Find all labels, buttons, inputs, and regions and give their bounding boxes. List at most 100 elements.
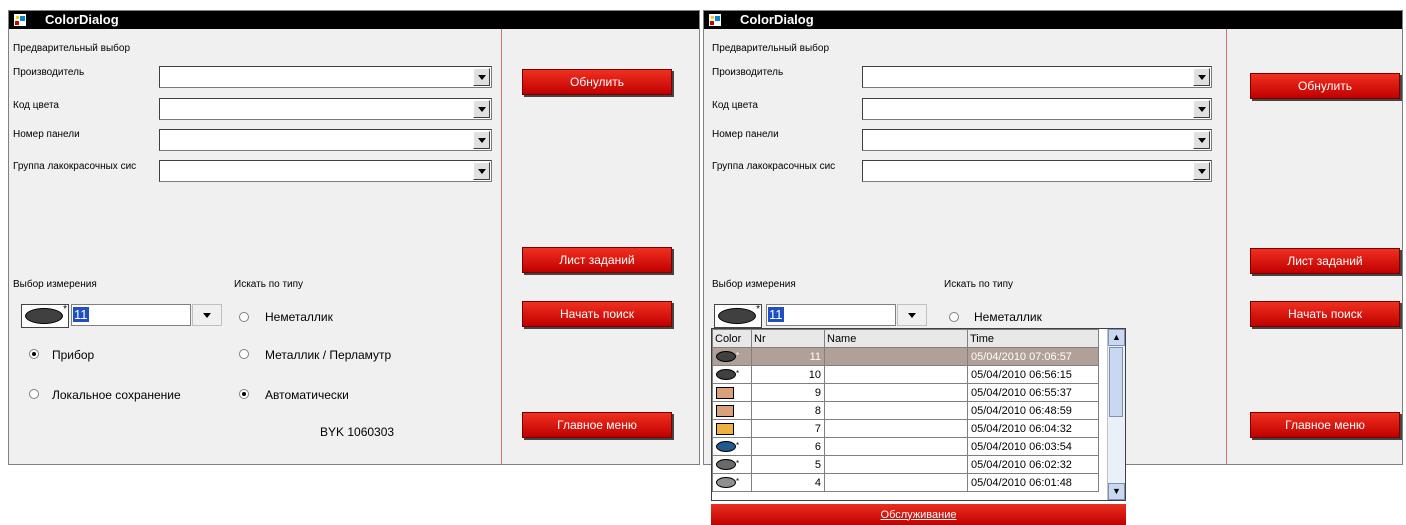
measurement-dropdown-button[interactable] bbox=[897, 304, 927, 326]
star-icon: * bbox=[736, 476, 740, 486]
name-cell bbox=[824, 419, 968, 438]
device-serial: BYK 1060303 bbox=[320, 425, 395, 439]
reset-button[interactable]: Обнулить bbox=[1250, 73, 1400, 99]
name-cell bbox=[824, 401, 968, 420]
service-button[interactable]: Обслуживание bbox=[711, 504, 1126, 525]
color-swatch-icon bbox=[716, 351, 736, 363]
radio-nonmetal[interactable] bbox=[239, 312, 249, 322]
color-swatch-cell: * bbox=[712, 365, 752, 384]
time-cell: 05/04/2010 06:56:15 bbox=[967, 365, 1099, 384]
radio-local-save[interactable] bbox=[29, 389, 39, 399]
preselect-label: Предварительный выбор bbox=[712, 43, 830, 54]
panel-number-select[interactable] bbox=[862, 129, 1212, 151]
color-swatch-icon bbox=[716, 369, 736, 381]
color-swatch-icon bbox=[716, 404, 734, 417]
chevron-down-icon[interactable] bbox=[473, 162, 490, 180]
color-swatch-icon bbox=[716, 441, 736, 453]
start-search-button[interactable]: Начать поиск bbox=[1250, 301, 1400, 327]
chevron-down-icon[interactable] bbox=[1193, 131, 1210, 149]
preselect-label: Предварительный выбор bbox=[13, 43, 131, 54]
start-search-button[interactable]: Начать поиск bbox=[522, 301, 672, 327]
service-button-label: Обслуживание bbox=[880, 508, 957, 521]
window-title: ColorDialog bbox=[45, 12, 119, 27]
color-swatch-cell: * bbox=[712, 347, 752, 366]
table-row[interactable]: * 11 05/04/2010 07:06:57 bbox=[712, 347, 1099, 366]
main-menu-button[interactable]: Главное меню bbox=[522, 412, 672, 438]
col-color-header[interactable]: Color bbox=[712, 329, 752, 348]
chevron-down-icon[interactable] bbox=[473, 100, 490, 118]
table-row[interactable]: 8 05/04/2010 06:48:59 bbox=[712, 401, 1099, 420]
table-row[interactable]: * 5 05/04/2010 06:02:32 bbox=[712, 455, 1099, 474]
panel-number-select[interactable] bbox=[159, 129, 492, 151]
panel-number-label: Номер панели bbox=[13, 129, 80, 140]
radio-nonmetal[interactable] bbox=[949, 312, 959, 322]
chevron-down-icon[interactable] bbox=[1193, 162, 1210, 180]
scroll-thumb[interactable] bbox=[1109, 347, 1123, 417]
color-code-label: Код цвета bbox=[13, 100, 59, 111]
name-cell bbox=[824, 473, 968, 492]
table-row[interactable]: * 10 05/04/2010 06:56:15 bbox=[712, 365, 1099, 384]
table-row[interactable]: * 4 05/04/2010 06:01:48 bbox=[712, 473, 1099, 492]
nr-cell: 7 bbox=[751, 419, 825, 438]
color-code-select[interactable] bbox=[862, 98, 1212, 120]
col-name-header[interactable]: Name bbox=[824, 329, 968, 348]
time-cell: 05/04/2010 06:01:48 bbox=[967, 473, 1099, 492]
time-cell: 05/04/2010 06:03:54 bbox=[967, 437, 1099, 456]
radio-metal[interactable] bbox=[239, 349, 249, 359]
panel-number-label: Номер панели bbox=[712, 129, 779, 140]
history-scrollbar[interactable]: ▲ ▼ bbox=[1107, 329, 1125, 500]
star-icon: * bbox=[736, 458, 740, 468]
name-cell bbox=[824, 437, 968, 456]
measurement-dropdown-button[interactable] bbox=[192, 304, 222, 326]
paint-system-label: Группа лакокрасочных сис bbox=[712, 161, 836, 172]
manufacturer-label: Производитель bbox=[13, 67, 85, 78]
color-swatch-icon bbox=[716, 477, 736, 489]
nr-cell: 8 bbox=[751, 401, 825, 420]
reset-button[interactable]: Обнулить bbox=[522, 69, 672, 95]
measurement-input[interactable]: 11 bbox=[71, 304, 191, 326]
chevron-down-icon[interactable] bbox=[1193, 100, 1210, 118]
app-icon bbox=[709, 14, 721, 26]
table-row[interactable]: 9 05/04/2010 06:55:37 bbox=[712, 383, 1099, 402]
radio-device[interactable] bbox=[29, 349, 39, 359]
paint-system-select[interactable] bbox=[159, 160, 492, 182]
color-swatch-cell: * bbox=[712, 437, 752, 456]
main-menu-button[interactable]: Главное меню bbox=[1250, 412, 1400, 438]
manufacturer-select[interactable] bbox=[862, 66, 1212, 88]
time-cell: 05/04/2010 06:04:32 bbox=[967, 419, 1099, 438]
radio-local-save-label: Локальное сохранение bbox=[52, 388, 181, 402]
chevron-down-icon[interactable] bbox=[1193, 68, 1210, 86]
paint-system-select[interactable] bbox=[862, 160, 1212, 182]
name-cell bbox=[824, 365, 968, 384]
color-swatch-cell: * bbox=[712, 455, 752, 474]
color-swatch-cell bbox=[712, 401, 752, 420]
table-row[interactable]: 7 05/04/2010 06:04:32 bbox=[712, 419, 1099, 438]
measurement-input[interactable]: 11 bbox=[766, 304, 896, 326]
color-swatch-icon bbox=[716, 459, 736, 471]
chevron-down-icon[interactable] bbox=[473, 68, 490, 86]
chevron-down-icon[interactable] bbox=[473, 131, 490, 149]
time-cell: 05/04/2010 06:55:37 bbox=[967, 383, 1099, 402]
radio-auto[interactable] bbox=[239, 389, 249, 399]
measurement-icon: * bbox=[21, 304, 69, 328]
nr-cell: 10 bbox=[751, 365, 825, 384]
app-icon bbox=[14, 14, 26, 26]
worklist-button[interactable]: Лист заданий bbox=[1250, 248, 1400, 274]
col-time-header[interactable]: Time bbox=[967, 329, 1099, 348]
radio-metal-label: Металлик / Перламутр bbox=[265, 348, 392, 362]
table-row[interactable]: * 6 05/04/2010 06:03:54 bbox=[712, 437, 1099, 456]
scroll-down-icon[interactable]: ▼ bbox=[1108, 483, 1125, 500]
time-cell: 05/04/2010 06:48:59 bbox=[967, 401, 1099, 420]
color-code-select[interactable] bbox=[159, 98, 492, 120]
nr-cell: 9 bbox=[751, 383, 825, 402]
col-nr-header[interactable]: Nr bbox=[751, 329, 825, 348]
worklist-button[interactable]: Лист заданий bbox=[522, 247, 672, 273]
scroll-up-icon[interactable]: ▲ bbox=[1108, 329, 1125, 346]
radio-nonmetal-label: Неметаллик bbox=[265, 310, 333, 324]
measure-select-label: Выбор измерения bbox=[712, 279, 796, 290]
manufacturer-select[interactable] bbox=[159, 66, 492, 88]
radio-nonmetal-label: Неметаллик bbox=[974, 310, 1042, 324]
history-table-body: * 11 05/04/2010 07:06:57 * 10 05/04/2010 06:5… bbox=[712, 347, 1099, 492]
time-cell: 05/04/2010 07:06:57 bbox=[967, 347, 1099, 366]
title-bar: ColorDialog bbox=[704, 11, 1402, 29]
